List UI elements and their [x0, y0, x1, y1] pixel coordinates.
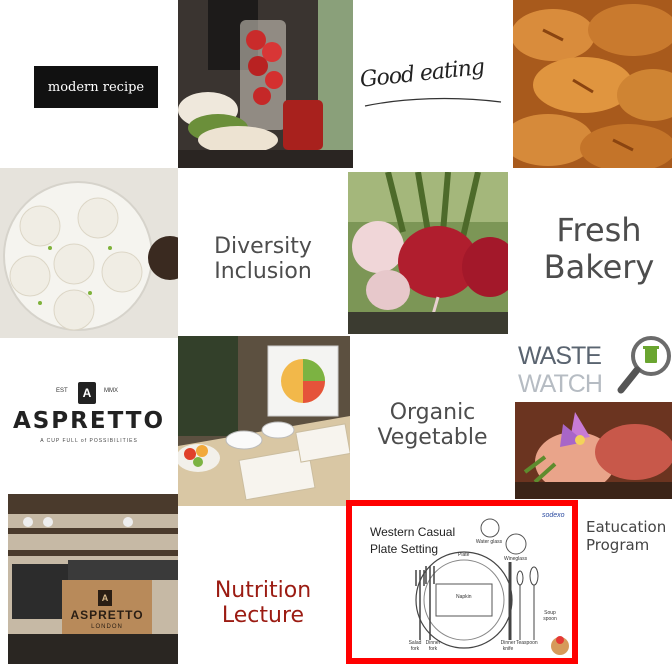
- aspretto-logo-tile: A EST MMX ASPRETTO A CUP FULL of POSSIBI…: [0, 338, 178, 494]
- organic-line: Organic: [389, 400, 476, 425]
- nutrition-line: Nutrition: [214, 578, 312, 603]
- good-eating-logo-tile: Good eating: [353, 0, 513, 168]
- radishes-photo: [348, 172, 508, 334]
- inclusion-line: Inclusion: [214, 259, 312, 285]
- aspretto-sign-badge: A: [98, 590, 112, 606]
- teaspoon-label: Teaspoon: [516, 640, 538, 646]
- aspretto-cafe-image: [8, 494, 178, 664]
- salad-fork-label: Salad fork: [408, 640, 422, 652]
- aspretto-cafe-photo: A ASPRETTO LONDON: [8, 494, 178, 664]
- dinner-knife-label: Dinner knife: [500, 640, 516, 652]
- fresh-line: Fresh: [556, 211, 642, 249]
- magnifier-bin-icon: [617, 336, 671, 394]
- dinner-fork-label: Dinner fork: [425, 640, 441, 652]
- diversity-inclusion-label: Diversity Inclusion: [178, 234, 348, 285]
- bao-buns-image: [178, 0, 353, 168]
- nutrition-table-image: [178, 336, 350, 506]
- soup-spoon-label: Soup spoon: [543, 610, 557, 622]
- croissants-image: [513, 0, 672, 168]
- nutrition-lecture-label: Nutrition Lecture: [178, 578, 348, 629]
- fresh-bakery-tile: Fresh Bakery: [513, 168, 672, 338]
- organic-vegetable-label: Organic Vegetable: [350, 400, 515, 451]
- modern-recipe-text: modern recipe: [47, 79, 145, 95]
- water-glass-label: Water glass: [475, 539, 503, 545]
- dumplings-image: [0, 168, 178, 338]
- modern-recipe-logo: modern recipe: [34, 66, 158, 108]
- aspretto-est: EST: [56, 388, 68, 394]
- aspretto-sign-london: LONDON: [91, 624, 123, 630]
- diversity-line: Diversity: [214, 234, 312, 259]
- plate-label: Plate: [458, 552, 470, 558]
- waste-watch-top: WASTE: [518, 342, 602, 370]
- plate-setting-diagram: [415, 518, 569, 655]
- diversity-inclusion-tile: Diversity Inclusion: [178, 168, 348, 338]
- vegetable-line: Vegetable: [377, 425, 488, 451]
- waste-watch-bottom: WATCH: [518, 370, 603, 398]
- nutrition-lecture-tile: Nutrition Lecture: [178, 506, 348, 664]
- bakery-line: Bakery: [543, 247, 655, 286]
- organic-vegetable-tile: Organic Vegetable: [350, 338, 515, 494]
- flower-dish-image: [515, 402, 672, 499]
- aspretto-wordmark: ASPRETTO: [12, 408, 166, 434]
- wine-glass-label: Wineglass: [504, 556, 528, 562]
- radishes-image: [348, 172, 508, 334]
- napkin-label: Napkin: [456, 594, 472, 600]
- program-line: Program: [586, 536, 650, 554]
- eatucation-program-tile: Eatucation Program: [578, 500, 672, 664]
- modern-recipe-logo-tile: modern recipe: [0, 0, 178, 168]
- aspretto-badge: A: [78, 382, 96, 404]
- flower-dish-photo: [515, 402, 672, 499]
- aspretto-sign-wordmark: ASPRETTO: [70, 608, 144, 622]
- aspretto-badge-letter: A: [82, 386, 92, 400]
- good-eating-underline: [364, 97, 502, 107]
- nutrition-table-photo: [178, 336, 350, 506]
- lecture-line: Lecture: [221, 603, 305, 629]
- eatucation-line: Eatucation: [586, 518, 667, 536]
- aspretto-tagline: A CUP FULL of POSSIBILITIES: [40, 438, 138, 444]
- bao-buns-photo: [178, 0, 353, 168]
- dumplings-photo: [0, 168, 178, 338]
- eatucation-program-label: Eatucation Program: [586, 518, 672, 554]
- plate-setting-card[interactable]: Western Casual Plate Setting sodexo Plat…: [346, 500, 578, 664]
- croissants-photo: [513, 0, 672, 168]
- good-eating-text: Good eating: [358, 54, 486, 93]
- fresh-bakery-label: Fresh Bakery: [513, 212, 672, 286]
- aspretto-year: MMX: [104, 388, 118, 394]
- waste-watch-logo-tile: WASTE WATCH: [515, 328, 672, 402]
